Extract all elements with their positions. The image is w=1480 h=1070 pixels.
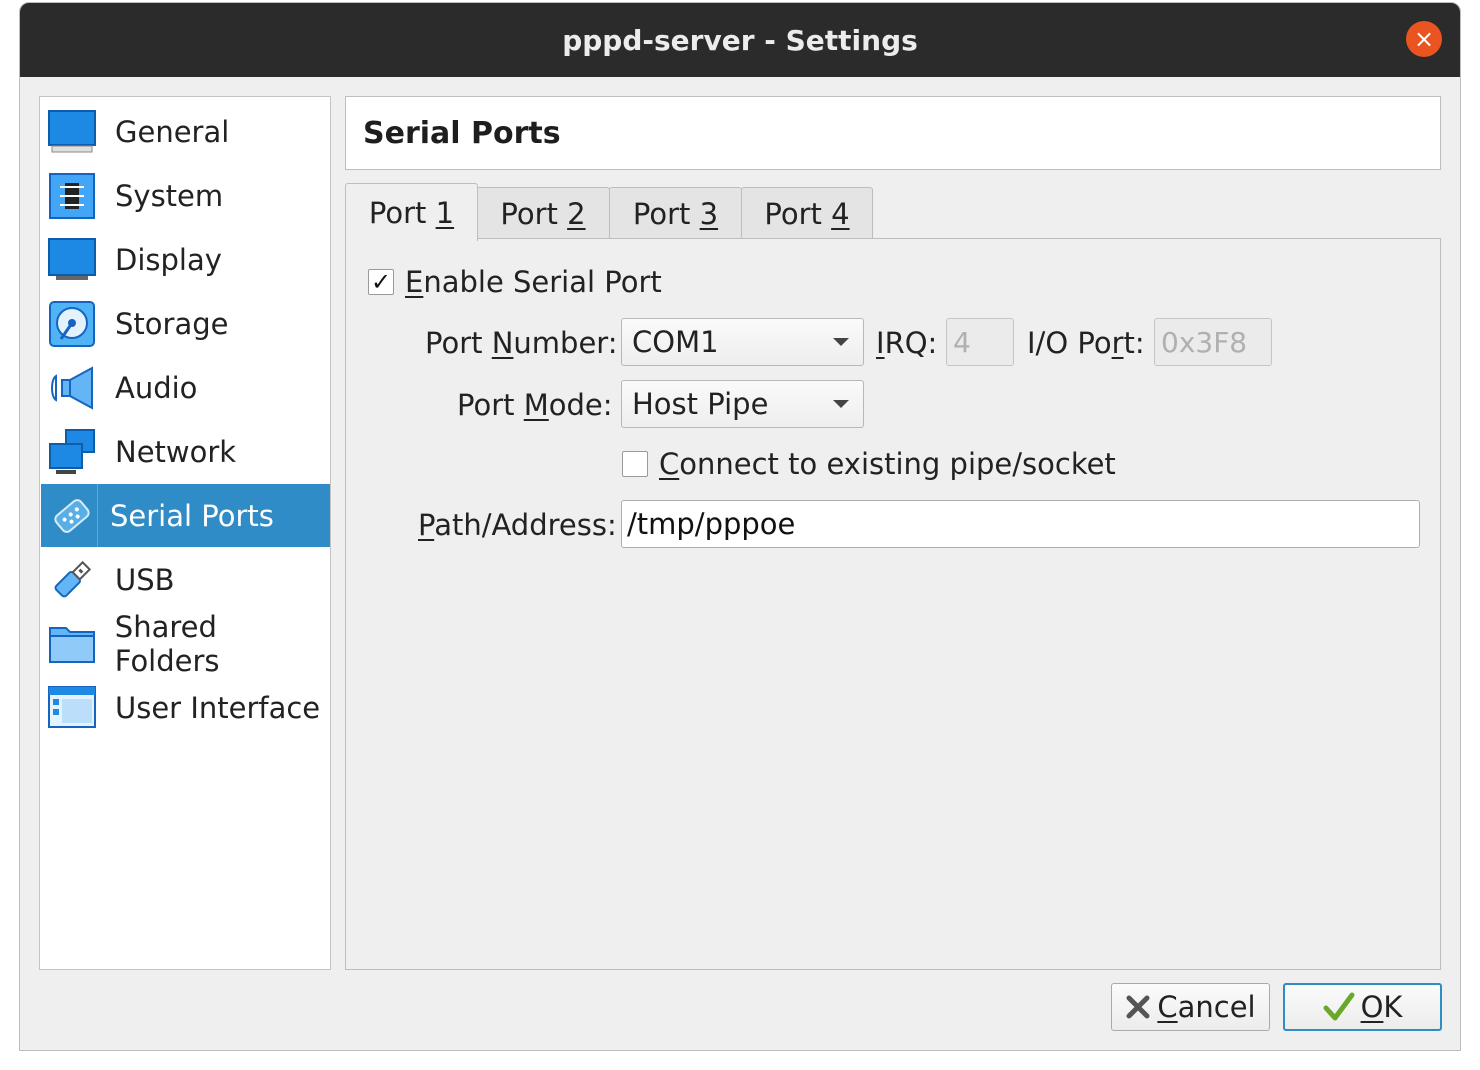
io-port-label: I/O Port: [1027, 326, 1145, 360]
path-address-label: Path/Address: [418, 508, 617, 542]
port-mode-label: Port Mode: [457, 388, 613, 422]
button-label: ancel [1177, 990, 1256, 1024]
tab-mnemonic: 4 [831, 196, 850, 231]
irq-field: 4 [946, 318, 1014, 366]
sidebar-item-audio[interactable]: Audio [41, 356, 330, 419]
label-text: onnect to existing pipe/socket [679, 447, 1116, 481]
dropdown-arrow-icon [833, 400, 849, 408]
enable-serial-port-label[interactable]: Enable Serial Port [405, 265, 662, 299]
check-icon: ✓ [370, 268, 392, 296]
serial-port-icon [47, 484, 98, 547]
sidebar-item-label: Audio [115, 370, 198, 405]
label-text: Port [425, 326, 492, 360]
sidebar-item-storage[interactable]: Storage [41, 292, 330, 355]
tab-mnemonic: 1 [435, 195, 455, 230]
dropdown-arrow-icon [833, 338, 849, 346]
settings-window: pppd-server - Settings × General System … [19, 2, 1461, 1051]
sidebar-item-shared-folders[interactable]: Shared Folders [41, 609, 330, 678]
mnemonic: C [1157, 990, 1178, 1024]
sidebar-item-user-interface[interactable]: User Interface [41, 676, 330, 739]
port-number-select[interactable]: COM1 [621, 318, 864, 366]
field-value: 4 [953, 325, 971, 359]
sidebar-item-display[interactable]: Display [41, 228, 330, 291]
connect-existing-pipe-label[interactable]: Connect to existing pipe/socket [659, 447, 1116, 481]
title-bar: pppd-server - Settings × [20, 3, 1460, 77]
sidebar-item-usb[interactable]: USB [41, 548, 330, 611]
select-value: Host Pipe [632, 387, 769, 421]
label-text: t: [1123, 326, 1145, 360]
select-value: COM1 [632, 325, 719, 359]
cancel-x-icon [1125, 994, 1151, 1020]
page-title: Serial Ports [363, 115, 561, 151]
mnemonic: O [1360, 990, 1384, 1024]
sidebar-item-label: User Interface [115, 690, 321, 725]
enable-serial-port-checkbox[interactable]: ✓ [368, 268, 394, 296]
chip-icon [47, 171, 97, 221]
disk-icon [47, 299, 97, 349]
sidebar-item-label: System [115, 178, 224, 213]
tab-port-1[interactable]: Port 1 [345, 183, 478, 241]
cancel-button[interactable]: Cancel [1111, 983, 1270, 1031]
close-icon: × [1413, 25, 1435, 53]
sidebar-item-label: Serial Ports [110, 498, 274, 533]
tab-label: Port [764, 196, 832, 231]
display-icon [47, 235, 97, 285]
label-text: ath/Address: [434, 508, 617, 542]
network-icon [47, 427, 97, 477]
window-title: pppd-server - Settings [562, 23, 918, 57]
tab-port-2[interactable]: Port 2 [476, 187, 610, 239]
sidebar-item-label: Display [115, 242, 222, 277]
sidebar-item-general[interactable]: General [41, 100, 330, 163]
connect-existing-pipe-checkbox[interactable] [622, 451, 648, 477]
sidebar-item-label: USB [115, 562, 175, 597]
sidebar-item-label: Network [115, 434, 237, 469]
window-icon [47, 683, 97, 733]
path-address-input[interactable]: /tmp/pppoe [621, 500, 1420, 548]
settings-sidebar: General System Display Storage Audio Net… [39, 96, 331, 970]
field-value: 0x3F8 [1161, 325, 1248, 359]
sidebar-item-label: General [115, 114, 230, 149]
ok-check-icon [1323, 992, 1355, 1022]
tab-mnemonic: 2 [567, 196, 586, 231]
label-text: Port [457, 388, 524, 422]
irq-label: IRQ: [876, 326, 937, 360]
label-text: nable Serial Port [423, 265, 662, 299]
tab-label: Port [500, 196, 568, 231]
folder-icon [47, 619, 97, 669]
sidebar-item-serial-ports[interactable]: Serial Ports [41, 484, 330, 547]
mnemonic: C [659, 447, 680, 481]
ok-button[interactable]: OK [1283, 983, 1442, 1031]
tab-port-3[interactable]: Port 3 [609, 187, 742, 239]
sidebar-item-label: Storage [115, 306, 229, 341]
label-text: ode: [548, 388, 613, 422]
tab-port-4[interactable]: Port 4 [741, 187, 873, 239]
mnemonic: N [491, 326, 514, 360]
tab-label: Port [368, 195, 436, 230]
label-text: I/O Po [1027, 326, 1112, 360]
label-text: RQ: [884, 326, 938, 360]
port-mode-select[interactable]: Host Pipe [621, 380, 864, 428]
sidebar-item-label: Shared Folders [114, 609, 220, 678]
mnemonic: I [876, 326, 885, 360]
page-header: Serial Ports [345, 96, 1441, 170]
sidebar-item-network[interactable]: Network [41, 420, 330, 483]
port-number-label: Port Number: [425, 326, 618, 360]
tab-mnemonic: 3 [699, 196, 719, 231]
monitor-icon [47, 107, 97, 157]
mnemonic: E [405, 265, 424, 299]
usb-icon [47, 555, 97, 605]
input-value: /tmp/pppoe [627, 507, 796, 541]
mnemonic: P [418, 508, 435, 542]
tab-label: Port [632, 196, 700, 231]
speaker-icon [47, 363, 97, 413]
sidebar-item-system[interactable]: System [41, 164, 330, 227]
button-label: K [1383, 990, 1403, 1024]
io-port-field: 0x3F8 [1154, 318, 1272, 366]
mnemonic: r [1111, 326, 1124, 360]
label-text: umber: [513, 326, 618, 360]
close-button[interactable]: × [1406, 21, 1442, 57]
mnemonic: M [523, 388, 549, 422]
